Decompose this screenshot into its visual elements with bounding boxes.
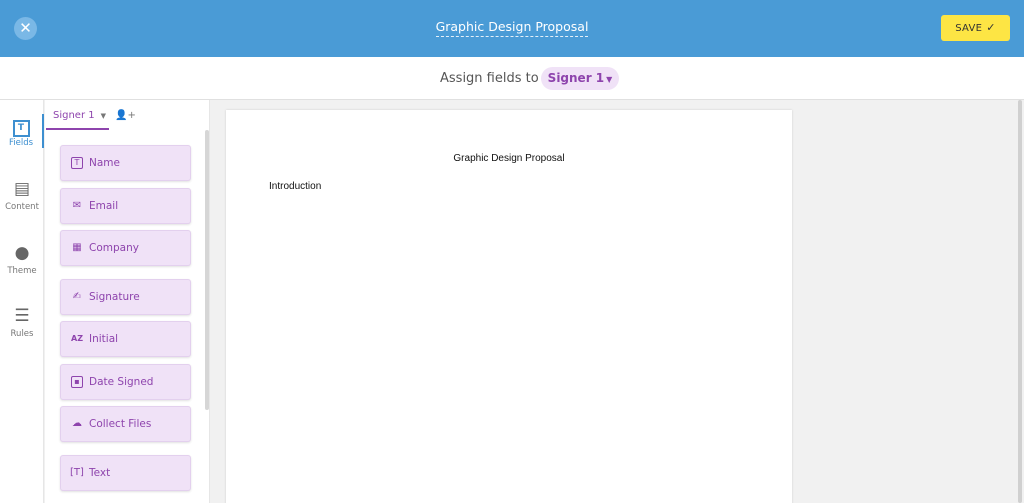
document-title[interactable]: Graphic Design Proposal	[0, 19, 1024, 37]
field-name-button[interactable]: T Name	[60, 145, 191, 181]
field-label: Signature	[89, 291, 140, 303]
canvas-scrollbar[interactable]	[1018, 100, 1022, 503]
save-button[interactable]: SAVE ✓	[941, 15, 1010, 41]
document-title-text[interactable]: Graphic Design Proposal	[435, 19, 589, 37]
fields-panel: Signer 1 ▼ 👤+ T Name ✉ Email ▦ Company ✍ …	[45, 100, 210, 503]
caret-down-icon: ▼	[100, 112, 107, 120]
field-label: Name	[89, 157, 120, 169]
field-collect-files-button[interactable]: ☁ Collect Files	[60, 406, 191, 442]
fields-icon: T	[0, 114, 42, 137]
page-heading: Introduction	[269, 181, 322, 192]
page-title: Graphic Design Proposal	[453, 153, 565, 164]
rail-item-content[interactable]: ▤ Content	[0, 178, 44, 212]
signer-dropdown-label: Signer 1	[547, 71, 605, 85]
assign-label: Assign fields to	[440, 71, 539, 86]
field-text-button[interactable]: [T] Text	[60, 455, 191, 491]
add-person-icon[interactable]: 👤+	[115, 110, 136, 121]
rail-label: Content	[5, 202, 39, 212]
text-cursor-icon: [T]	[70, 467, 84, 478]
rail-label: Fields	[8, 138, 34, 148]
field-signature-button[interactable]: ✍ Signature	[60, 279, 191, 315]
check-icon: ✓	[986, 21, 996, 34]
signer-tab-label: Signer 1	[53, 110, 95, 121]
field-label: Collect Files	[89, 418, 152, 430]
field-label: Company	[89, 242, 139, 254]
field-email-button[interactable]: ✉ Email	[60, 188, 191, 224]
icon-rail: T Fields ▤ Content ● Theme ☰ Rules	[0, 100, 44, 503]
rail-label: Rules	[10, 329, 34, 339]
rail-item-fields[interactable]: T Fields	[0, 114, 44, 148]
document-page[interactable]: Graphic Design Proposal Introduction	[226, 110, 792, 503]
field-initial-button[interactable]: AZ Initial	[60, 321, 191, 357]
field-label: Date Signed	[89, 376, 154, 388]
rules-icon: ☰	[14, 306, 30, 326]
signer-dropdown[interactable]: Signer 1 ▼	[541, 67, 619, 90]
field-label: Initial	[89, 333, 119, 345]
field-date-signed-button[interactable]: ▪ Date Signed	[60, 364, 191, 400]
content-icon: ▤	[13, 179, 31, 199]
document-canvas[interactable]: Graphic Design Proposal Introduction	[210, 100, 1024, 503]
palette-icon: ●	[14, 243, 30, 263]
calendar-icon: ▪	[70, 365, 84, 399]
caret-down-icon: ▼	[606, 75, 613, 84]
field-company-button[interactable]: ▦ Company	[60, 230, 191, 266]
building-icon: ▦	[72, 242, 82, 253]
field-label: Email	[89, 200, 119, 212]
rail-item-theme[interactable]: ● Theme	[0, 242, 44, 276]
envelope-icon: ✉	[72, 200, 82, 211]
field-label: Text	[89, 467, 111, 479]
top-bar: ✕ Graphic Design Proposal SAVE ✓	[0, 0, 1024, 57]
az-icon: AZ	[71, 334, 83, 343]
rail-label: Theme	[7, 266, 37, 276]
rail-item-rules[interactable]: ☰ Rules	[0, 305, 44, 339]
signature-icon: ✍	[72, 291, 82, 302]
save-label: SAVE	[955, 23, 983, 34]
cloud-upload-icon: ☁	[72, 418, 82, 429]
signer-tab[interactable]: Signer 1 ▼	[46, 106, 109, 130]
text-box-icon: T	[70, 146, 84, 180]
assign-bar: Assign fields to Signer 1 ▼	[0, 57, 1024, 100]
panel-scrollbar[interactable]	[205, 130, 209, 410]
